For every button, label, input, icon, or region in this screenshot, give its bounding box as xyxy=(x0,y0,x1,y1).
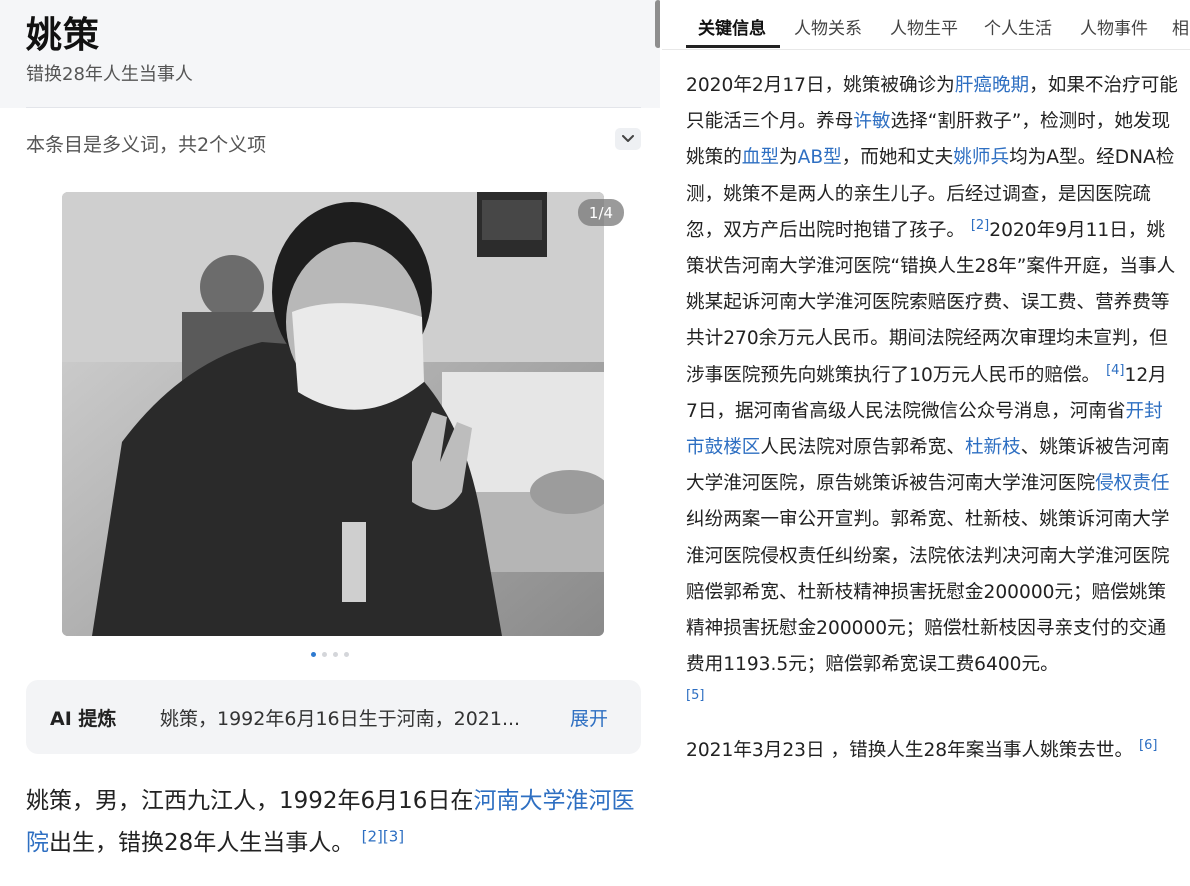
page-subtitle: 错换28年人生当事人 xyxy=(26,64,193,85)
ai-summary-card: AI 提炼 姚策，1992年6月16日生于河南，2021... 展开 xyxy=(26,680,641,754)
gallery-counter: 1/4 xyxy=(578,199,624,226)
right-panel: 关键信息 人物关系 人物生平 个人生活 人物事件 相 2020年2月17日，姚策… xyxy=(662,0,1190,886)
gallery-pagination[interactable] xyxy=(311,652,349,657)
chevron-down-icon xyxy=(622,135,634,142)
body-text: 2020年9月11日，姚策状告河南大学淮河医院“错换人生28年”案件开庭，当事人… xyxy=(686,219,1176,386)
yao-shibing-link[interactable]: 姚师兵 xyxy=(953,147,1009,168)
ab-type-link[interactable]: AB型 xyxy=(798,147,842,168)
scrollbar-thumb[interactable] xyxy=(655,0,660,48)
blood-type-link[interactable]: 血型 xyxy=(742,147,779,168)
body-text: 纠纷两案一审公开宣判。郭希宽、杜新枝、姚策诉河南大学淮河医院侵权责任纠纷案，法院… xyxy=(686,509,1170,676)
entry-header: 姚策 错换28年人生当事人 xyxy=(0,0,660,108)
article-paragraph: 2021年3月23日 ，错换人生28年案当事人姚策去世。 [6] xyxy=(686,733,1178,769)
ai-summary-text: 姚策，1992年6月16日生于河南，2021... xyxy=(160,708,521,730)
active-tab-indicator xyxy=(686,45,780,48)
gallery-dot[interactable] xyxy=(344,652,349,657)
body-text: 人民法院对原告郭希宽、 xyxy=(760,437,965,459)
xu-min-link[interactable]: 许敏 xyxy=(853,111,890,132)
body-text: 2021年3月23日 ，错换人生28年案当事人姚策去世。 xyxy=(686,740,1134,762)
gallery-dot[interactable] xyxy=(311,652,316,657)
body-text: 2020年2月17日，姚策被确诊为 xyxy=(686,75,955,96)
ai-summary-label: AI 提炼 xyxy=(50,708,117,730)
citation-link[interactable]: [5] xyxy=(686,685,1178,707)
citation-link[interactable]: [6] xyxy=(1139,738,1157,753)
liver-cancer-link[interactable]: 肝癌晚期 xyxy=(955,75,1029,96)
article-body: 2020年2月17日，姚策被确诊为肝癌晚期，如果不治疗可能只能活三个月。养母许敏… xyxy=(686,68,1178,770)
tab-events[interactable]: 人物事件 xyxy=(1080,14,1148,39)
gallery-dot[interactable] xyxy=(322,652,327,657)
intro-paragraph: 姚策，男，江西九江人，1992年6月16日在河南大学淮河医院出生，错换28年人生… xyxy=(26,780,646,864)
gallery-dot[interactable] xyxy=(333,652,338,657)
polysemy-expand-button[interactable] xyxy=(615,128,641,150)
du-xinzhi-link[interactable]: 杜新枝 xyxy=(965,437,1021,458)
citation-link[interactable]: [4] xyxy=(1106,362,1124,377)
citation-link[interactable]: [2] xyxy=(362,827,383,845)
tab-relations[interactable]: 人物关系 xyxy=(794,14,862,39)
left-panel: 姚策 错换28年人生当事人 本条目是多义词，共2个义项 1/4 AI 提炼 姚策… xyxy=(0,0,660,886)
intro-text: 姚策，男，江西九江人，1992年6月16日在 xyxy=(26,788,474,814)
intro-text: 出生，错换28年人生当事人。 xyxy=(49,830,355,856)
section-tabs: 关键信息 人物关系 人物生平 个人生活 人物事件 相 xyxy=(662,0,1190,50)
tab-biography[interactable]: 人物生平 xyxy=(890,14,958,39)
header-divider xyxy=(26,107,641,108)
ai-summary-expand-link[interactable]: 展开 xyxy=(570,704,608,731)
person-photo-illustration xyxy=(62,192,604,636)
tab-personal-life[interactable]: 个人生活 xyxy=(984,14,1052,39)
body-text: ，而她和丈夫 xyxy=(841,147,954,169)
page-title: 姚策 xyxy=(26,14,101,56)
tab-key-info[interactable]: 关键信息 xyxy=(698,14,766,39)
gallery-photo[interactable] xyxy=(62,192,604,636)
tort-liability-link[interactable]: 侵权责任 xyxy=(1095,473,1169,494)
citation-link[interactable]: [2] xyxy=(971,218,989,233)
article-paragraph: 2020年2月17日，姚策被确诊为肝癌晚期，如果不治疗可能只能活三个月。养母许敏… xyxy=(686,68,1178,707)
citation-link[interactable]: [3] xyxy=(383,827,404,845)
body-text: 为 xyxy=(779,147,798,169)
tab-truncated[interactable]: 相 xyxy=(1172,14,1189,39)
polysemy-note[interactable]: 本条目是多义词，共2个义项 xyxy=(26,130,266,157)
